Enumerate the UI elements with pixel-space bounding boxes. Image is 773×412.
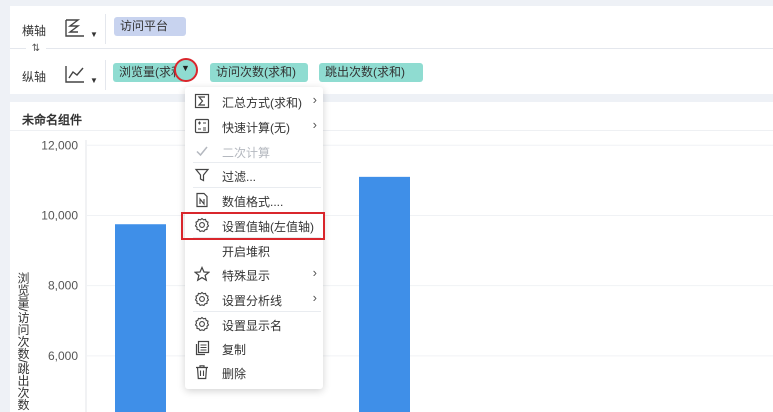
menu-item: 二次计算 [185,139,323,163]
menu-separator [193,187,321,188]
menu-item[interactable]: 数值格式.... [185,188,323,212]
menu-item[interactable]: 过滤... [185,163,323,187]
chevron-right-icon: › [312,117,317,132]
trash-icon [194,364,210,380]
star-icon [193,266,211,282]
y-axis-row: 纵轴 ▼ 浏览量(求和) 访问次数(求和) 跳出次数(求和) [10,60,773,90]
filter-icon [194,167,210,183]
chart-panel: 未命名组件 6,000 8,000 10,000 12,000 浏览量/访问次数/跳出… [10,102,773,412]
menu-item-label: 特殊显示 [222,269,271,283]
chevron-right-icon: › [312,265,317,280]
y-axis-type-button[interactable]: ▼ [64,62,100,88]
menu-item-label: 过滤... [222,170,257,184]
y-tick-label: 10,000 [41,208,78,222]
menu-item[interactable]: 特殊显示 › [185,262,323,286]
sigma-icon [194,93,210,109]
menu-item-label: 删除 [222,367,247,381]
menu-item[interactable]: 设置分析线 › [185,287,323,311]
menu-item-label: 数值格式.... [222,195,284,209]
y-field-pill[interactable]: 访问次数(求和) [210,63,308,82]
chevron-down-icon: ▼ [90,76,98,85]
chevron-right-icon: › [312,92,317,107]
menu-item-label: 快速计算(无) [222,121,290,135]
menu-item[interactable]: 汇总方式(求和) › [185,89,323,113]
menu-item-label: 复制 [222,343,247,357]
chevron-down-icon: ▼ [181,63,190,73]
field-dropdown-button[interactable]: ▼ [174,58,198,82]
sort-chart-icon [65,19,84,37]
chevron-right-icon: › [312,290,317,305]
bar[interactable] [359,176,410,412]
menu-item[interactable]: 开启堆积 [185,238,323,262]
x-axis-row: 横轴 ▼ 访问平台 [10,14,773,44]
menu-item-label: 设置分析线 [222,294,283,308]
number-format-icon [194,192,210,208]
y-tick-label: 8,000 [48,279,78,293]
menu-item-label: 开启堆积 [222,245,271,259]
gear-icon [194,291,210,307]
chevron-down-icon: ▼ [90,30,98,39]
calc-icon [194,118,210,134]
menu-separator [193,311,321,312]
y-axis-title: 浏览量/访问次数/跳出次数 [16,272,30,411]
y-tick-label: 12,000 [41,138,78,152]
check-icon [194,143,210,159]
menu-separator [193,162,321,163]
y-tick-label: 6,000 [48,349,78,363]
menu-item-label: 设置显示名 [222,319,283,333]
y-field-pill[interactable]: 跳出次数(求和) [319,63,423,82]
x-axis-type-button[interactable]: ▼ [64,16,100,42]
menu-item-label: 二次计算 [222,146,271,160]
x-field-pill[interactable]: 访问平台 [114,17,186,36]
axis-config-panel: 横轴 ▼ 访问平台 ⇅ 纵轴 ▼ 浏览量(求和) 访问次数(求和) 跳出次数(求… [10,6,773,94]
highlight-box [181,212,325,240]
y-axis-label: 纵轴 [22,70,47,84]
menu-item[interactable]: 快速计算(无) › [185,114,323,138]
line-chart-icon [65,66,84,83]
menu-item[interactable]: 设置显示名 [185,312,323,336]
menu-item-label: 汇总方式(求和) [222,96,302,110]
menu-item[interactable]: 复制 [185,336,323,360]
divider [105,60,106,90]
bar[interactable] [115,224,166,412]
divider [10,48,773,49]
copy-icon [194,340,210,356]
swap-axes-icon[interactable]: ⇅ [26,42,46,56]
bar-chart: 6,000 8,000 10,000 12,000 [41,138,773,412]
menu-item[interactable]: 删除 [185,360,323,384]
x-axis-label: 横轴 [22,24,47,38]
divider [105,14,106,44]
gear-icon [194,316,210,332]
